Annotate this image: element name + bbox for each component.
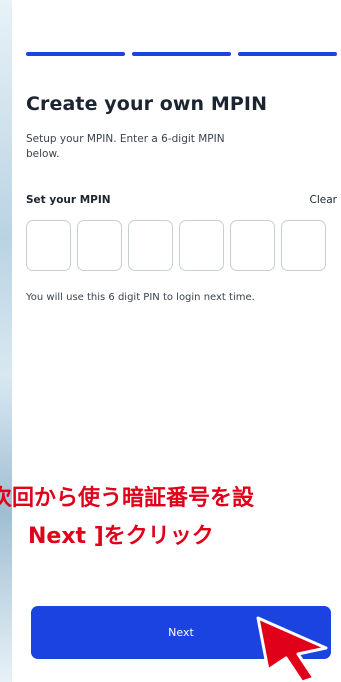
page-subtitle: Setup your MPIN. Enter a 6-digit MPIN be… [26, 133, 225, 160]
clear-button[interactable]: Clear [310, 194, 337, 206]
next-button[interactable]: Next [31, 606, 331, 659]
pin-digit-4[interactable] [179, 220, 224, 271]
pin-digit-6[interactable] [281, 220, 326, 271]
helper-text: You will use this 6 digit PIN to login n… [26, 292, 255, 303]
annotation-line-2: Next ]をクリック [28, 524, 214, 549]
progress-step-2 [132, 52, 231, 56]
progress-bar [26, 52, 337, 56]
mpin-label: Set your MPIN [26, 194, 111, 206]
mpin-setup-card: Create your own MPIN Setup your MPIN. En… [12, 0, 341, 682]
annotation-line-1: 次回から使う暗証番号を設 [0, 486, 255, 511]
progress-step-1 [26, 52, 125, 56]
background-strip [0, 0, 12, 682]
pin-input-row [26, 220, 326, 271]
mpin-header: Set your MPIN Clear [26, 194, 337, 206]
pin-digit-3[interactable] [128, 220, 173, 271]
progress-step-3 [238, 52, 337, 56]
page-title: Create your own MPIN [26, 93, 268, 115]
pin-digit-1[interactable] [26, 220, 71, 271]
pin-digit-5[interactable] [230, 220, 275, 271]
pin-digit-2[interactable] [77, 220, 122, 271]
